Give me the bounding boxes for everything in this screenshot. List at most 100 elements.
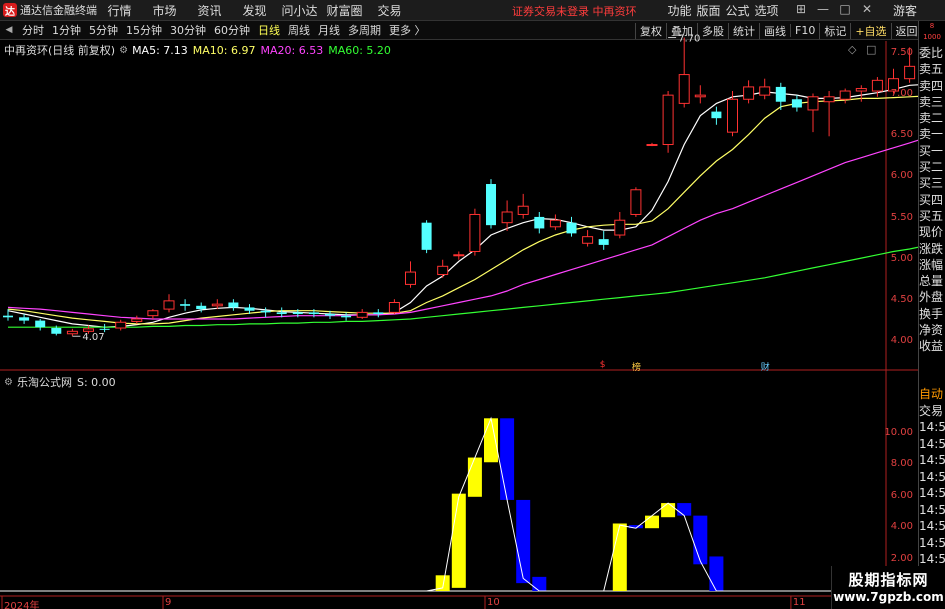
event-marker[interactable]: 榜 (632, 360, 641, 373)
minimize-icon[interactable]: — (812, 2, 834, 16)
side-quote-label: 买五 (919, 208, 944, 223)
candle-body-down (566, 222, 577, 234)
side-quote-label: 买二 (919, 160, 944, 175)
candle-body-down (180, 304, 191, 306)
side-quote-label: 净资 (919, 323, 944, 338)
price-tick-label: 6.50 (890, 129, 913, 141)
candle-body-down (228, 302, 239, 308)
price-annotation: 4.07 (82, 332, 104, 343)
event-marker[interactable]: 财 (761, 360, 770, 373)
menu-function[interactable]: 功能 (665, 2, 694, 19)
side-quote-label: 涨跌 (919, 241, 944, 256)
candle-body-down (196, 305, 207, 310)
indicator-bar (645, 515, 659, 529)
candle-body-up (662, 94, 674, 146)
app-logo: 达 通达信金融终端 (0, 2, 97, 18)
indicator-bar (661, 503, 676, 518)
app-title: 通达信金融终端 (20, 4, 97, 17)
menu-discover[interactable]: 发现 (232, 2, 277, 19)
candle-body-up (807, 96, 819, 111)
indicator-bar (709, 556, 724, 591)
indicator-bar (484, 418, 498, 463)
price-tick-label: 4.00 (890, 335, 913, 346)
indicator-bar (451, 493, 466, 588)
watermark: 股期指标网 www.7gpzb.com (831, 566, 945, 609)
indicator-bar (467, 457, 482, 497)
tick-time: 14:56 (919, 535, 945, 550)
tick-time: 14:56 (919, 469, 945, 484)
candle-body-down (3, 315, 13, 318)
login-notice[interactable]: 证券交易未登录 中再资环 (512, 3, 637, 19)
menu-market[interactable]: 市场 (142, 2, 187, 19)
candle-body-up (131, 318, 143, 322)
tick-time: 14:56 (919, 453, 945, 467)
candle-body-down (791, 99, 802, 108)
side-quote-label: 卖四 (919, 78, 944, 93)
candle-body-up (453, 254, 465, 257)
trade-button[interactable]: 交易 (919, 403, 945, 420)
menu-layout[interactable]: 版面 (694, 2, 723, 19)
candle-body-down (244, 307, 255, 311)
quote-labels: 委比 卖五 卖四 卖三 卖二 卖一 买一 买二 买三 买四 买五 现价 涨跌 涨幅 总量 外盘 换手 净资 收益 (919, 45, 945, 355)
menu-news[interactable]: 资讯 (187, 2, 232, 19)
indicator-bar (612, 523, 627, 591)
candle-body-up (501, 211, 513, 224)
candle-body-up (759, 86, 771, 96)
maximize-icon[interactable]: □ (834, 2, 856, 16)
menu-ask[interactable]: 问小达 (277, 2, 322, 19)
candle-body-up (855, 88, 867, 92)
close-icon[interactable]: ✕ (856, 2, 878, 16)
side-quote-label: 卖五 (919, 62, 944, 77)
tick-time: 14:56 (919, 436, 945, 451)
candle-body-up (469, 213, 481, 252)
menu-options[interactable]: 选项 (752, 2, 781, 19)
menu-formula[interactable]: 公式 (723, 2, 752, 19)
candle-body-up (549, 219, 561, 228)
candle-body-down (276, 312, 287, 315)
candle-body-up (582, 236, 594, 244)
indicator-bar (677, 503, 692, 516)
price-tick-label: 4.50 (890, 293, 913, 305)
price-annotation: 7.70 (678, 34, 700, 45)
candle-body-down (325, 314, 335, 316)
candle-body-up (823, 96, 835, 103)
candle-body-down (775, 86, 786, 102)
indicator-pane (0, 416, 918, 592)
guest-login[interactable]: 游客 (893, 2, 917, 19)
ma-line-ma5 (7, 84, 918, 328)
candle-body-up (83, 328, 94, 332)
side-quote-label: 总量 (919, 274, 944, 289)
tick-time: 14:56 (919, 519, 945, 533)
price-tick-label: 6.00 (890, 170, 913, 182)
candle-body-up (904, 65, 916, 80)
auto-trade-button[interactable]: 自动 (919, 386, 945, 403)
candle-body-up (115, 321, 127, 329)
side-quote-label: 涨幅 (919, 257, 944, 272)
window-controls: ⊞ — □ ✕ (790, 2, 878, 16)
candle-body-down (99, 328, 110, 330)
chart-canvas[interactable]: 7.70 4.07 (0, 21, 918, 609)
indicator-tick-label: 10.00 (884, 427, 913, 438)
menu-quotes[interactable]: 行情 (97, 2, 142, 19)
candle-body-up (678, 74, 690, 104)
side-quote-label: 卖一 (919, 127, 944, 142)
price-tick-label: 5.00 (890, 252, 913, 264)
candle-body-up (871, 79, 883, 92)
candle-body-down (35, 320, 46, 328)
menu-wealth[interactable]: 财富圈 (322, 2, 367, 19)
side-quote-label: 收益 (919, 339, 944, 354)
menu-trade[interactable]: 交易 (367, 2, 412, 19)
grid-icon[interactable]: ⊞ (790, 2, 812, 16)
side-quote-label: 外盘 (919, 290, 944, 305)
tick-time: 14:56 (919, 486, 945, 500)
candle-body-up (147, 310, 159, 317)
indicator-tick-label: 2.00 (890, 552, 913, 564)
candle-body-up (66, 330, 78, 335)
tick-time: 14:56 (919, 502, 945, 517)
candle-body-up (437, 265, 449, 276)
quote-side-panel: 8 1000 委比 卖五 卖四 卖三 卖二 卖一 买一 买二 买三 买四 买五 现价 涨跌 涨幅 总量 外盘换… (918, 21, 945, 609)
candle-body-up (388, 302, 400, 313)
candle-body-up (630, 189, 642, 215)
date-tick-label: 9 (165, 597, 172, 608)
event-marker[interactable]: $ (600, 360, 606, 370)
